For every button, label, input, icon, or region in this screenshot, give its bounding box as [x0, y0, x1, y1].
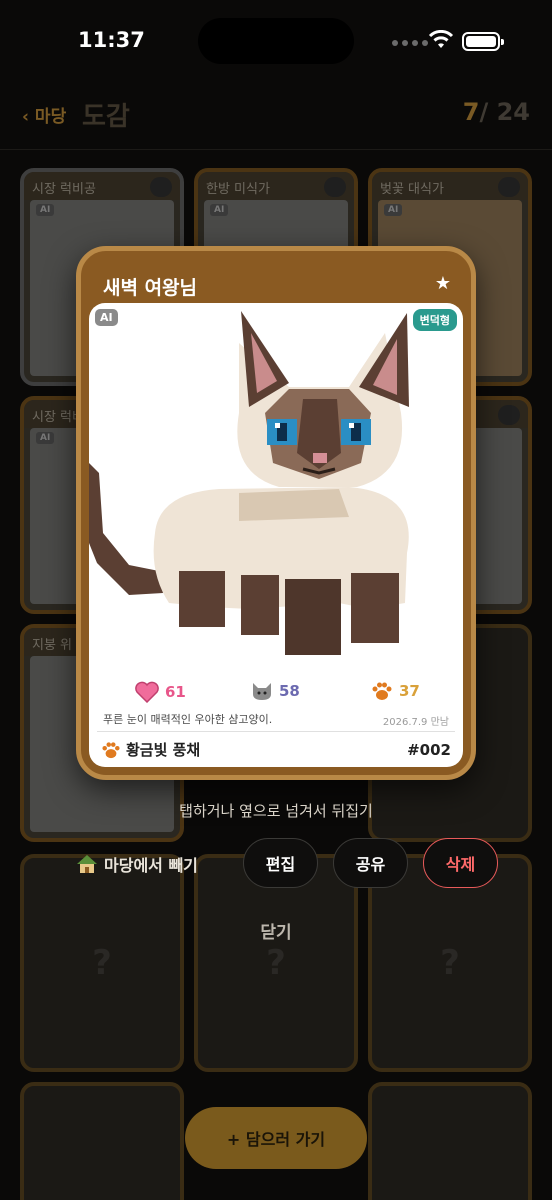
- house-icon: [324, 177, 346, 197]
- unknown-mark: ?: [440, 943, 460, 983]
- house-icon: [77, 855, 97, 873]
- flip-hint: 탭하거나 옆으로 넘겨서 뒤집기: [179, 802, 373, 820]
- share-button[interactable]: 공유: [333, 838, 408, 888]
- remove-from-yard-button[interactable]: 마당에서 빼기: [76, 852, 198, 876]
- card-date: 2026.7.9 만남: [382, 717, 449, 728]
- ai-badge: AI: [95, 309, 118, 326]
- collect-button[interactable]: + 담으러 가기: [185, 1107, 367, 1169]
- locked-tile[interactable]: [368, 1082, 532, 1200]
- delete-button[interactable]: 삭제: [423, 838, 498, 888]
- card-number: #002: [407, 741, 451, 759]
- page-title: 도감: [82, 102, 130, 132]
- cat-face-icon: [253, 683, 271, 700]
- paw-icon: [372, 682, 392, 700]
- collection-counter: 7/ 24: [462, 98, 530, 126]
- house-icon: [498, 405, 520, 425]
- siamese-cat-illustration: [89, 311, 409, 655]
- house-icon: [150, 177, 172, 197]
- unknown-mark: ?: [92, 943, 112, 983]
- card-face: AI 변덕형 61 58 37 푸른 눈이 매력적인 우아한 샴고양이. 202…: [89, 303, 463, 767]
- edit-button[interactable]: 편집: [243, 838, 318, 888]
- personality-badge: 변덕형: [412, 309, 457, 331]
- card-title: 새벽 여왕님: [103, 277, 198, 299]
- locked-tile[interactable]: [20, 1082, 184, 1200]
- paw-icon: [102, 741, 120, 758]
- unknown-mark: ?: [266, 943, 286, 983]
- card-owner: 황금빛 풍채: [101, 739, 200, 760]
- star-icon[interactable]: ★: [435, 273, 451, 294]
- cat-card[interactable]: 새벽 여왕님 ★ AI 변덕형 61 58 37 푸른 눈이 매력적인 우아한 …: [76, 246, 476, 780]
- card-description: 푸른 눈이 매력적인 우아한 샴고양이.: [103, 713, 273, 726]
- house-icon: [498, 177, 520, 197]
- paw-stat: 37: [371, 681, 420, 701]
- card-stats: 61 58 37: [89, 681, 463, 707]
- nav-bar: ‹ 마당 도감 7/ 24: [0, 90, 552, 150]
- heart-stat: 61: [135, 681, 186, 703]
- heart-icon: [135, 681, 159, 703]
- card-actions: 마당에서 빼기 편집 공유 삭제: [0, 838, 552, 890]
- back-button[interactable]: ‹ 마당: [22, 102, 66, 127]
- close-button[interactable]: 닫기: [0, 918, 552, 943]
- card-divider: [97, 731, 455, 732]
- cat-stat: 58: [251, 681, 300, 701]
